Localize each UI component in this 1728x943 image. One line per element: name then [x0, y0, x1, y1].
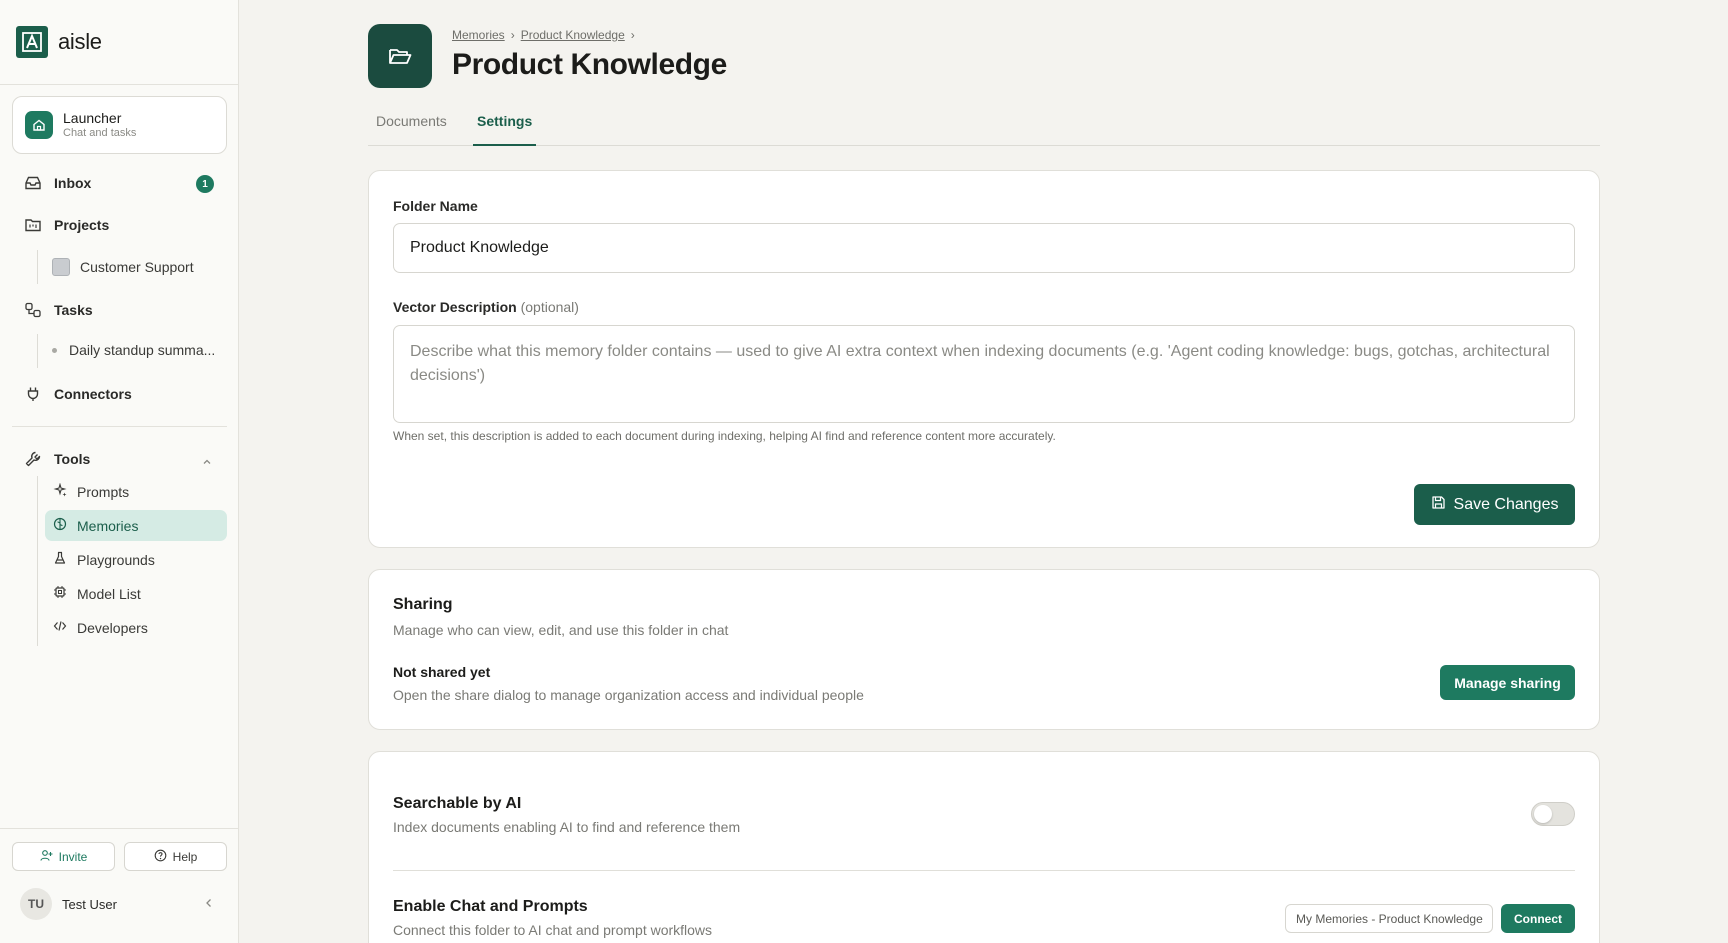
optional-tag: (optional) [520, 299, 579, 315]
sidebar-item-inbox[interactable]: Inbox [24, 174, 91, 192]
sharing-status: Not shared yet [393, 664, 491, 680]
divider [393, 870, 1575, 871]
workflow-icon [24, 301, 42, 319]
inbox-count-badge: 1 [196, 175, 214, 193]
plug-icon [24, 385, 42, 403]
sidebar: aisle Launcher Chat and tasks Inbox 1 Pr… [0, 0, 239, 943]
sharing-subtitle: Manage who can view, edit, and use this … [393, 622, 729, 638]
cpu-icon [53, 585, 67, 602]
help-label: Help [172, 849, 198, 864]
avatar: TU [20, 888, 52, 920]
invite-button[interactable]: Invite [12, 842, 115, 871]
sidebar-item-label: Tasks [54, 302, 93, 318]
page-title: Product Knowledge [452, 48, 727, 81]
sidebar-item-model-list[interactable]: Model List [45, 578, 227, 609]
sidebar-item-playgrounds[interactable]: Playgrounds [45, 544, 227, 575]
sidebar-item-prompts[interactable]: Prompts [45, 476, 227, 507]
folder-name-label: Folder Name [393, 198, 478, 214]
flask-icon [53, 551, 67, 568]
tool-label: Model List [77, 585, 141, 602]
tree-line [37, 476, 38, 646]
tool-label: Prompts [77, 483, 130, 500]
sidebar-project-customer-support[interactable]: Customer Support [52, 258, 194, 276]
divider [12, 426, 227, 427]
searchable-subtitle: Index documents enabling AI to find and … [393, 819, 741, 835]
searchable-toggle[interactable] [1531, 802, 1575, 826]
sharing-title: Sharing [393, 596, 453, 613]
sidebar-item-developers[interactable]: Developers [45, 612, 227, 643]
ai-settings-card: Searchable by AI Index documents enablin… [368, 751, 1600, 943]
sidebar-item-label: Tools [54, 451, 91, 467]
save-changes-button[interactable]: Save Changes [1414, 484, 1575, 525]
folder-kanban-icon [24, 216, 42, 234]
connect-button[interactable]: Connect [1501, 904, 1575, 933]
tree-line [37, 334, 38, 368]
breadcrumb-link-current[interactable]: Product Knowledge [521, 28, 625, 42]
divider [0, 84, 239, 85]
folder-name-input[interactable]: Product Knowledge [393, 223, 1575, 273]
home-icon [25, 111, 53, 139]
tool-label: Developers [77, 619, 148, 636]
code-icon [53, 619, 67, 636]
launcher-subtitle: Chat and tasks [63, 127, 137, 139]
save-label: Save Changes [1453, 495, 1559, 513]
user-name: Test User [62, 896, 117, 912]
vector-label-text: Vector Description [393, 299, 517, 315]
user-plus-icon [40, 849, 53, 865]
chevron-up-icon[interactable] [202, 454, 212, 472]
project-label: Customer Support [80, 259, 194, 275]
tree-line [37, 250, 38, 284]
vector-description-hint: When set, this description is added to e… [393, 429, 1056, 443]
enable-chat-title: Enable Chat and Prompts [393, 898, 588, 915]
tab-documents[interactable]: Documents [372, 113, 451, 146]
tool-label: Playgrounds [77, 551, 155, 568]
sharing-card: Sharing Manage who can view, edit, and u… [368, 569, 1600, 730]
sharing-status-description: Open the share dialog to manage organiza… [393, 687, 864, 703]
breadcrumb: Memories › Product Knowledge › [452, 28, 635, 42]
tool-label: Memories [77, 517, 139, 534]
sidebar-task-daily-standup[interactable]: Daily standup summa... [52, 342, 215, 358]
breadcrumb-link-memories[interactable]: Memories [452, 28, 505, 42]
user-menu[interactable]: TU Test User [20, 888, 117, 920]
help-button[interactable]: Help [124, 842, 227, 871]
manage-sharing-button[interactable]: Manage sharing [1440, 665, 1575, 700]
sidebar-item-label: Connectors [54, 386, 132, 402]
vector-description-textarea[interactable]: Describe what this memory folder contain… [393, 325, 1575, 423]
tab-settings[interactable]: Settings [473, 113, 537, 146]
sidebar-item-label: Inbox [54, 175, 92, 191]
connector-name-input[interactable]: My Memories - Product Knowledge [1285, 904, 1493, 933]
sidebar-item-label: Projects [54, 217, 110, 233]
inbox-icon [24, 174, 42, 192]
task-dot-icon [52, 347, 57, 353]
brand[interactable]: aisle [16, 26, 102, 58]
invite-label: Invite [58, 849, 88, 864]
sidebar-section-tools[interactable]: Tools [24, 450, 214, 468]
launcher-button[interactable]: Launcher Chat and tasks [12, 96, 227, 154]
divider [0, 828, 239, 829]
help-circle-icon [154, 849, 167, 865]
sidebar-item-connectors[interactable]: Connectors [24, 385, 132, 403]
vector-description-label: Vector Description (optional) [393, 299, 579, 315]
project-thumbnail [52, 258, 70, 276]
sidebar-item-projects[interactable]: Projects [24, 216, 109, 234]
launcher-title: Launcher [63, 110, 122, 126]
wrench-icon [24, 450, 42, 468]
folder-settings-card: Folder Name Product Knowledge Vector Des… [368, 170, 1600, 548]
folder-open-icon [368, 24, 432, 88]
searchable-title: Searchable by AI [393, 795, 522, 812]
enable-chat-subtitle: Connect this folder to AI chat and promp… [393, 922, 713, 938]
aisle-logo-icon [16, 26, 48, 58]
sparkles-icon [53, 482, 67, 500]
breadcrumb-separator: › [630, 28, 635, 42]
task-label: Daily standup summa... [69, 342, 216, 358]
breadcrumb-separator: › [510, 28, 515, 42]
chevron-left-icon[interactable] [204, 896, 214, 914]
toggle-knob [1534, 805, 1552, 823]
sidebar-item-tasks[interactable]: Tasks [24, 301, 93, 319]
tab-bar: Documents Settings [368, 105, 1600, 146]
brain-icon [53, 517, 67, 534]
save-icon [1431, 495, 1446, 515]
app-name: aisle [58, 29, 102, 54]
sidebar-item-memories[interactable]: Memories [45, 510, 227, 541]
